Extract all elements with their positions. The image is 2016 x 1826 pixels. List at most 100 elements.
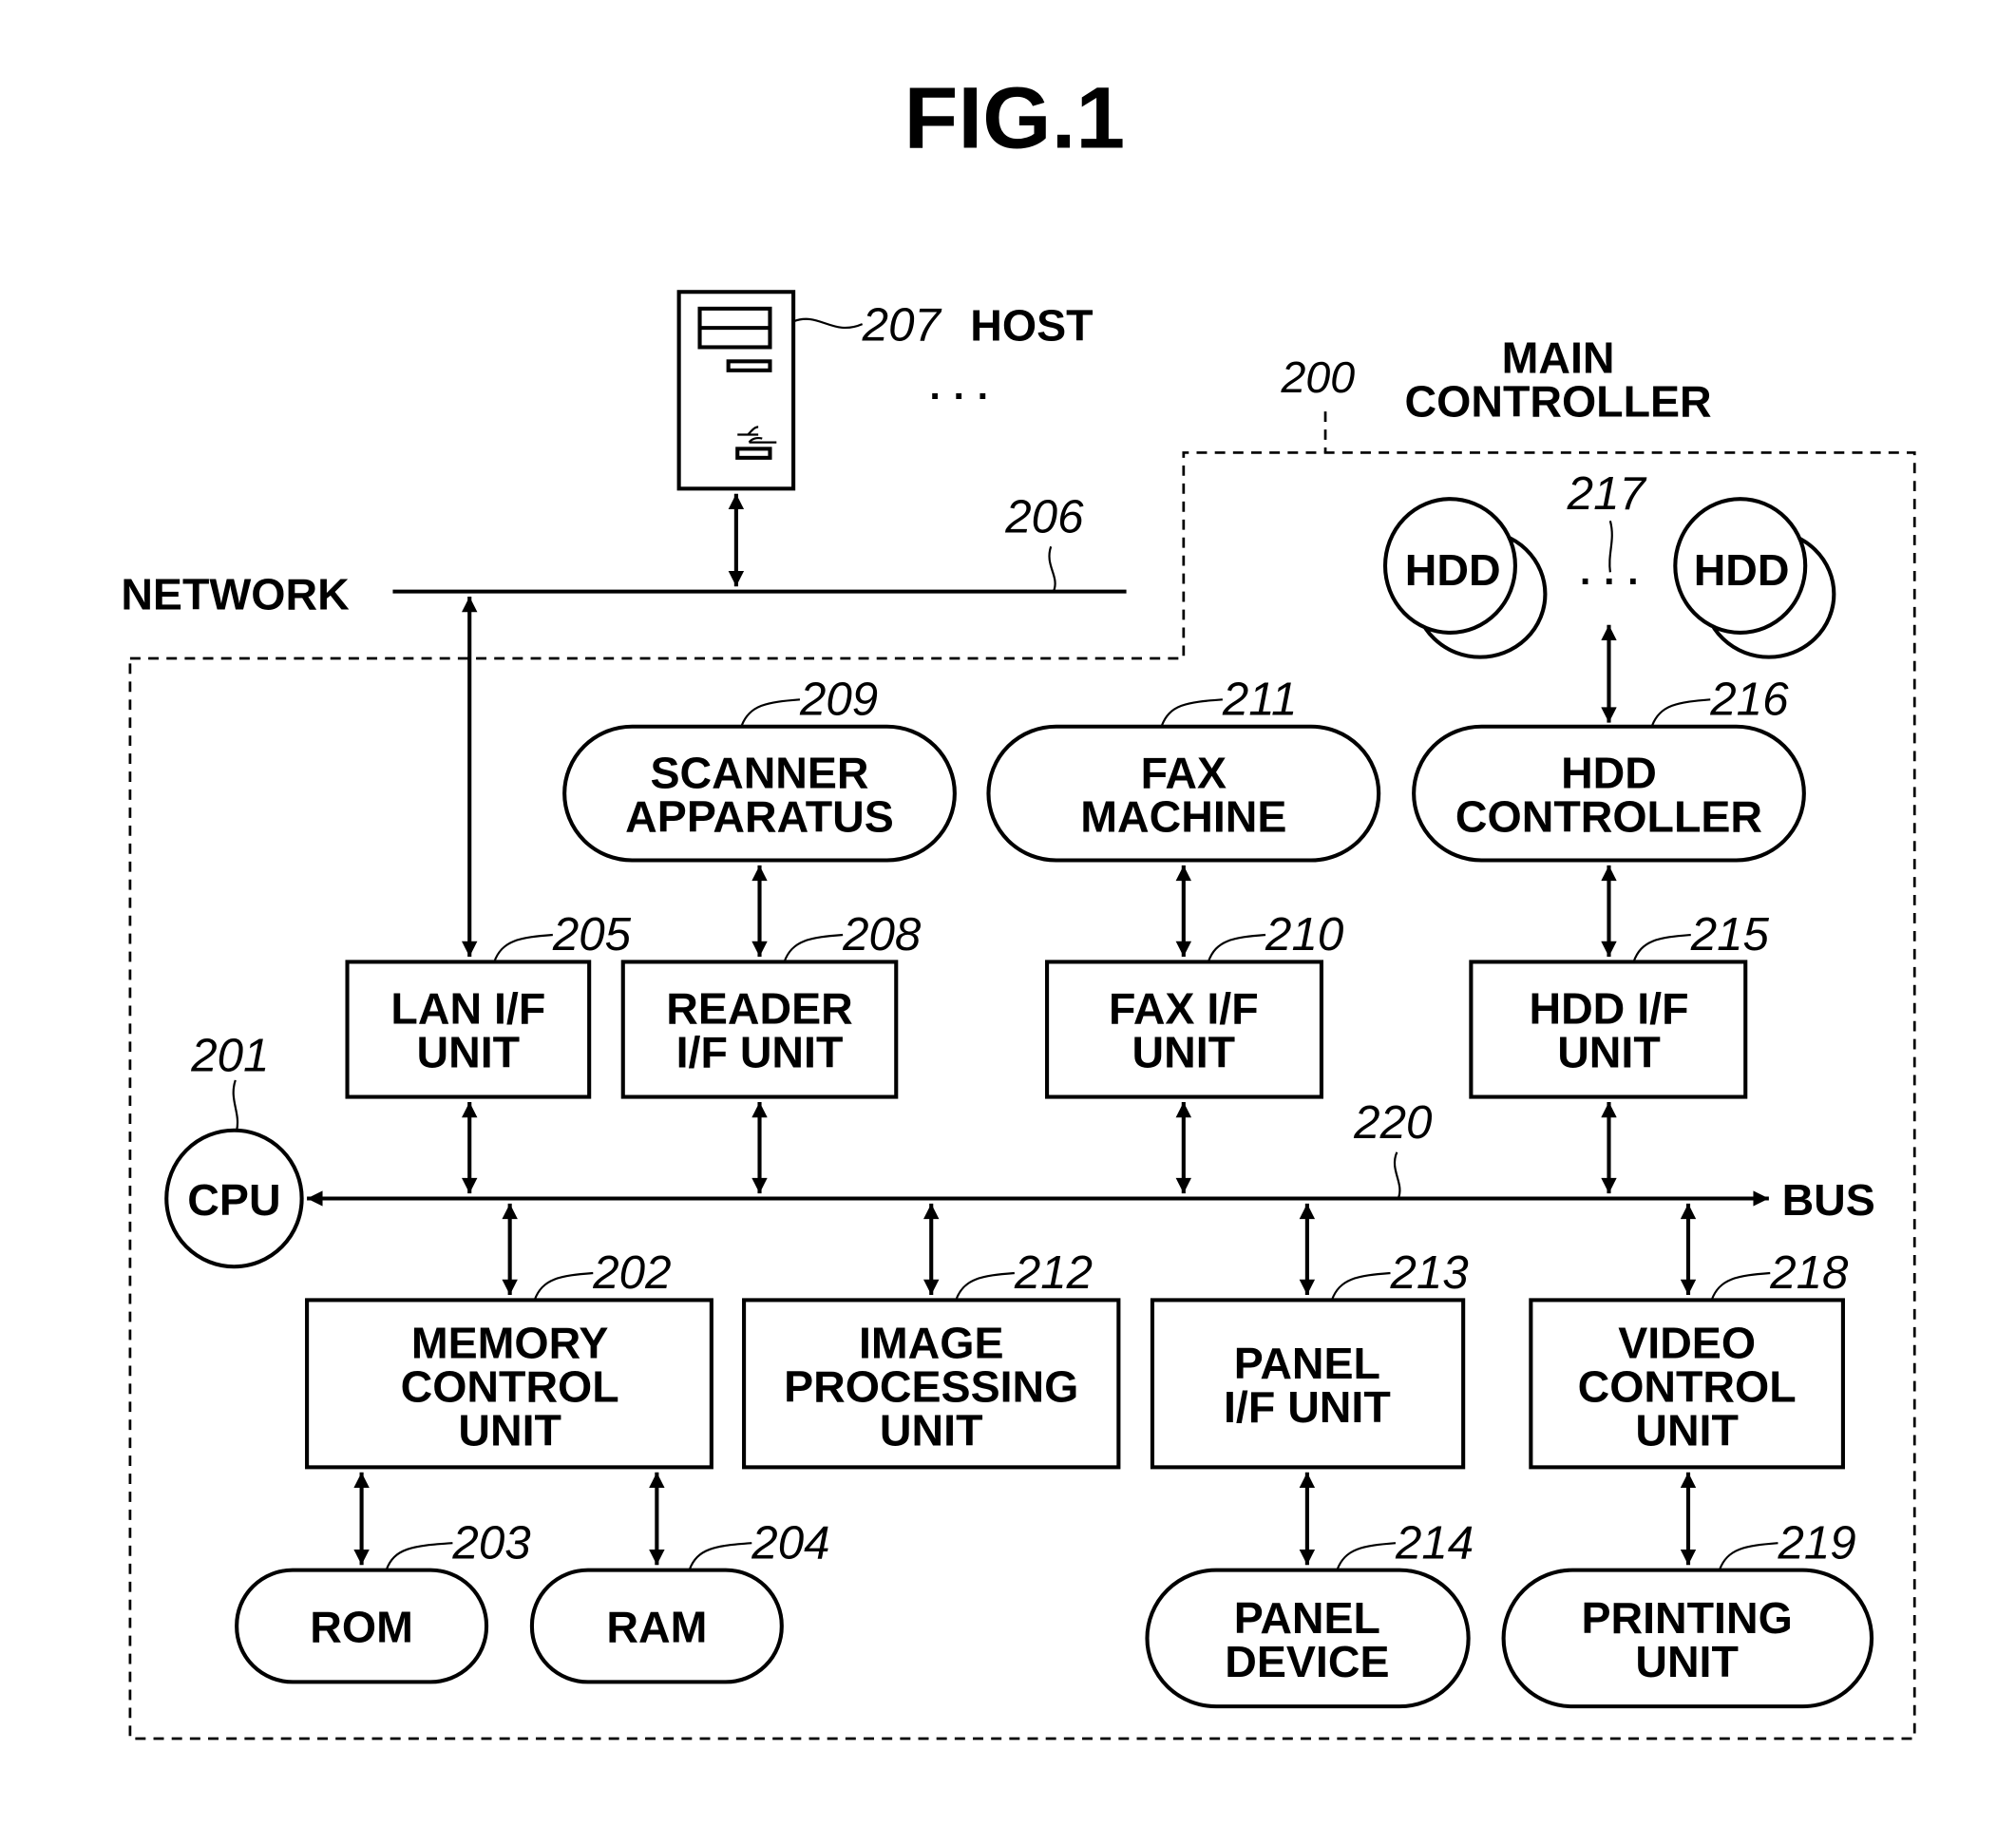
lan-if-ref: 205 (552, 909, 632, 961)
reader-if-ref: 208 (842, 909, 921, 961)
main-controller-label-line1: MAIN (1502, 333, 1615, 383)
printing-unit-ref-leader (1718, 1542, 1778, 1571)
video-control-ref: 218 (1769, 1247, 1848, 1299)
memory-control-ref: 202 (592, 1247, 671, 1299)
cpu-label: CPU (187, 1175, 280, 1225)
hdd-controller-block: HDD CONTROLLER (1412, 724, 1806, 863)
host-label: HOST (970, 301, 1093, 351)
panel-if-unit-block: PANEL I/F UNIT (1150, 1298, 1466, 1470)
fax-machine-ref-leader (1160, 698, 1223, 728)
memory-control-line3: UNIT (458, 1406, 561, 1455)
hdd-disk-n: HDD (1673, 497, 1836, 659)
main-controller-label-line2: CONTROLLER (1405, 377, 1712, 427)
fax-machine-block: FAX MACHINE (986, 724, 1381, 863)
host-ref: 207 (862, 300, 942, 352)
block-diagram: FIG.1 200 MAIN CONTROLLER 207 HOST · · ·… (121, 68, 1916, 1740)
memory-control-unit-block: MEMORY CONTROL UNIT (305, 1298, 713, 1470)
fax-if-line1: FAX I/F (1109, 984, 1259, 1034)
ram-block: RAM (529, 1568, 784, 1684)
video-control-ref-leader (1710, 1271, 1771, 1301)
image-processing-line3: UNIT (880, 1406, 983, 1455)
fax-machine-ref: 211 (1222, 675, 1298, 726)
lan-if-line2: UNIT (417, 1028, 521, 1077)
reader-if-line1: READER (666, 984, 852, 1034)
panel-device-line1: PANEL (1234, 1593, 1380, 1643)
lan-if-ref-leader (493, 933, 553, 962)
video-control-line2: CONTROL (1578, 1362, 1797, 1412)
hdd-group-ref: 217 (1567, 468, 1647, 520)
scanner-ref-leader (740, 698, 801, 728)
ram-ref-leader (688, 1542, 752, 1571)
network-ref-leader (1048, 545, 1056, 593)
panel-device-ref-leader (1336, 1542, 1397, 1571)
scanner-ref: 209 (799, 675, 878, 726)
reader-if-line2: I/F UNIT (676, 1028, 844, 1077)
fax-if-line2: UNIT (1132, 1028, 1236, 1077)
panel-device-block: PANEL DEVICE (1145, 1568, 1471, 1709)
host-computer-icon (676, 290, 796, 491)
cpu-block: CPU (164, 1128, 304, 1269)
printing-unit-line1: PRINTING (1581, 1593, 1792, 1643)
panel-device-line2: DEVICE (1225, 1637, 1389, 1686)
lan-if-unit-block: LAN I/F UNIT (345, 960, 592, 1099)
rom-ref: 203 (451, 1518, 530, 1569)
reader-if-unit-block: READER I/F UNIT (620, 960, 899, 1099)
panel-if-ref-leader (1330, 1271, 1391, 1301)
hdd-if-line1: HDD I/F (1529, 984, 1688, 1034)
panel-if-ref: 213 (1389, 1247, 1468, 1299)
bus-ref-leader (1393, 1151, 1401, 1199)
printing-unit-line2: UNIT (1635, 1637, 1739, 1686)
bus-ref: 220 (1353, 1097, 1432, 1149)
image-processing-ref-leader (955, 1271, 1015, 1301)
host-ref-leader (792, 317, 864, 330)
network-ref: 206 (1004, 492, 1084, 543)
hdd-controller-line1: HDD (1561, 749, 1657, 798)
hdd-controller-ref-leader (1650, 698, 1711, 728)
rom-label: ROM (310, 1603, 413, 1652)
hdd-if-unit-block: HDD I/F UNIT (1469, 960, 1748, 1099)
cpu-ref: 201 (190, 1031, 269, 1082)
printing-unit-block: PRINTING UNIT (1501, 1568, 1874, 1709)
hdd-label-1: HDD (1405, 545, 1501, 595)
image-processing-line2: PROCESSING (784, 1362, 1078, 1412)
scanner-line1: SCANNER (650, 749, 868, 798)
image-processing-ref: 212 (1014, 1247, 1093, 1299)
main-controller-ref: 200 (1280, 352, 1355, 402)
panel-if-line1: PANEL (1234, 1339, 1380, 1388)
hdd-if-line2: UNIT (1557, 1028, 1661, 1077)
video-control-unit-block: VIDEO CONTROL UNIT (1529, 1298, 1845, 1470)
video-control-line3: UNIT (1635, 1406, 1739, 1455)
figure-title: FIG.1 (903, 68, 1125, 166)
memory-control-ref-leader (533, 1271, 594, 1301)
hdd-if-ref: 215 (1690, 909, 1770, 961)
reader-if-ref-leader (783, 933, 844, 962)
rom-ref-leader (385, 1542, 453, 1571)
fax-if-unit-block: FAX I/F UNIT (1045, 960, 1323, 1099)
lan-if-line1: LAN I/F (390, 984, 545, 1034)
hdd-label-n: HDD (1694, 545, 1790, 595)
fax-machine-line1: FAX (1141, 749, 1227, 798)
host-ellipsis: · · · (929, 374, 990, 418)
bus-label: BUS (1782, 1175, 1875, 1225)
video-control-line1: VIDEO (1618, 1319, 1756, 1368)
hdd-controller-ref: 216 (1709, 675, 1789, 726)
panel-if-line2: I/F UNIT (1224, 1382, 1391, 1432)
hdd-controller-line2: CONTROLLER (1455, 792, 1762, 842)
hdd-disk-1: HDD (1382, 497, 1548, 659)
image-processing-line1: IMAGE (859, 1319, 1004, 1368)
memory-control-line1: MEMORY (411, 1319, 609, 1368)
scanner-line2: APPARATUS (625, 792, 894, 842)
panel-device-ref: 214 (1395, 1518, 1474, 1569)
fax-machine-line2: MACHINE (1080, 792, 1286, 842)
network-label: NETWORK (121, 570, 349, 619)
scanner-apparatus-block: SCANNER APPARATUS (562, 724, 957, 863)
printing-unit-ref: 219 (1777, 1518, 1855, 1569)
memory-control-line2: CONTROL (401, 1362, 619, 1412)
rom-block: ROM (235, 1568, 489, 1684)
fax-if-ref-leader (1207, 933, 1266, 962)
hdd-if-ref-leader (1632, 933, 1691, 962)
fax-if-ref: 210 (1265, 909, 1343, 961)
cpu-ref-leader (232, 1079, 239, 1131)
image-processing-unit-block: IMAGE PROCESSING UNIT (742, 1298, 1121, 1470)
ram-label: RAM (606, 1603, 707, 1652)
